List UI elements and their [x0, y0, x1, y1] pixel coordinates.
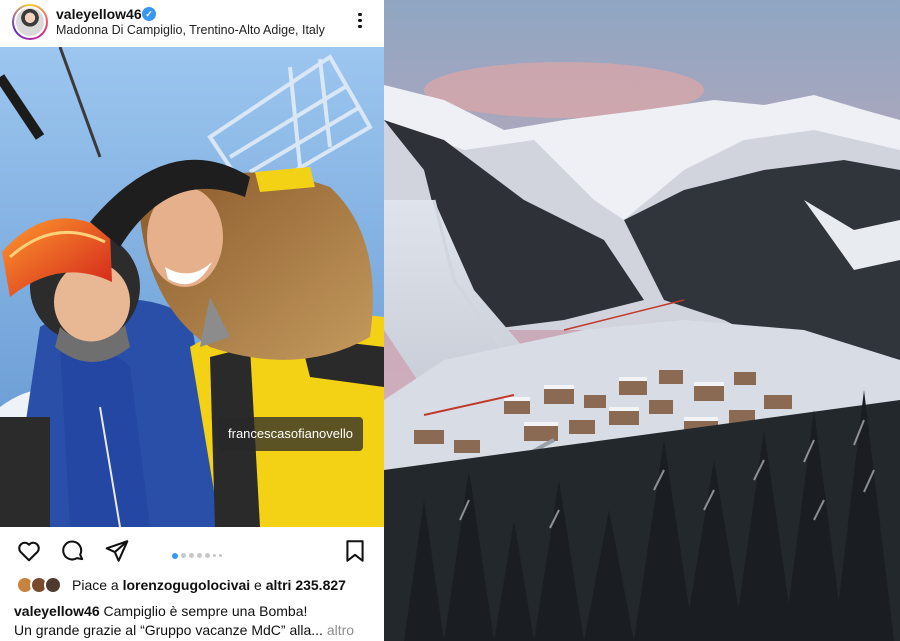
comment-icon[interactable]	[60, 538, 86, 564]
photo-user-tag[interactable]: francescasofianovello	[218, 417, 364, 451]
selfie-illustration	[0, 47, 384, 527]
paper-plane-icon[interactable]	[104, 538, 130, 564]
more-options-icon[interactable]	[352, 10, 368, 32]
likes-count[interactable]: Piace a lorenzogugolocivai e altri 235.8…	[72, 577, 346, 593]
liker-avatar	[44, 576, 62, 594]
mountain-landscape-illustration	[384, 0, 900, 641]
caption-username[interactable]: valeyellow46	[14, 603, 100, 619]
post-location[interactable]: Madonna Di Campiglio, Trentino-Alto Adig…	[56, 23, 325, 37]
likes-row: Piace a lorenzogugolocivai e altri 235.8…	[0, 574, 384, 596]
post-header: valeyellow46 ✓ Madonna Di Campiglio, Tre…	[0, 0, 384, 46]
instagram-post: valeyellow46 ✓ Madonna Di Campiglio, Tre…	[0, 0, 384, 641]
liker-avatars	[16, 576, 66, 594]
post-actions-bar	[0, 530, 384, 570]
carousel-indicator	[170, 547, 223, 559]
profile-avatar[interactable]	[12, 4, 48, 40]
verified-badge-icon: ✓	[142, 7, 156, 21]
post-username[interactable]: valeyellow46	[56, 6, 142, 22]
caption-more-link[interactable]: altro	[323, 622, 354, 638]
heart-icon[interactable]	[16, 538, 42, 564]
caption-line-2: Un grande grazie al “Gruppo vacanze MdC”…	[14, 622, 323, 638]
bookmark-icon[interactable]	[342, 538, 368, 564]
mountain-village-photo	[384, 0, 900, 641]
caption-line-1: Campiglio è sempre una Bomba!	[99, 603, 308, 619]
post-caption: valeyellow46 Campiglio è sempre una Bomb…	[14, 602, 380, 640]
post-photo-selfie[interactable]: francescasofianovello	[0, 47, 384, 527]
